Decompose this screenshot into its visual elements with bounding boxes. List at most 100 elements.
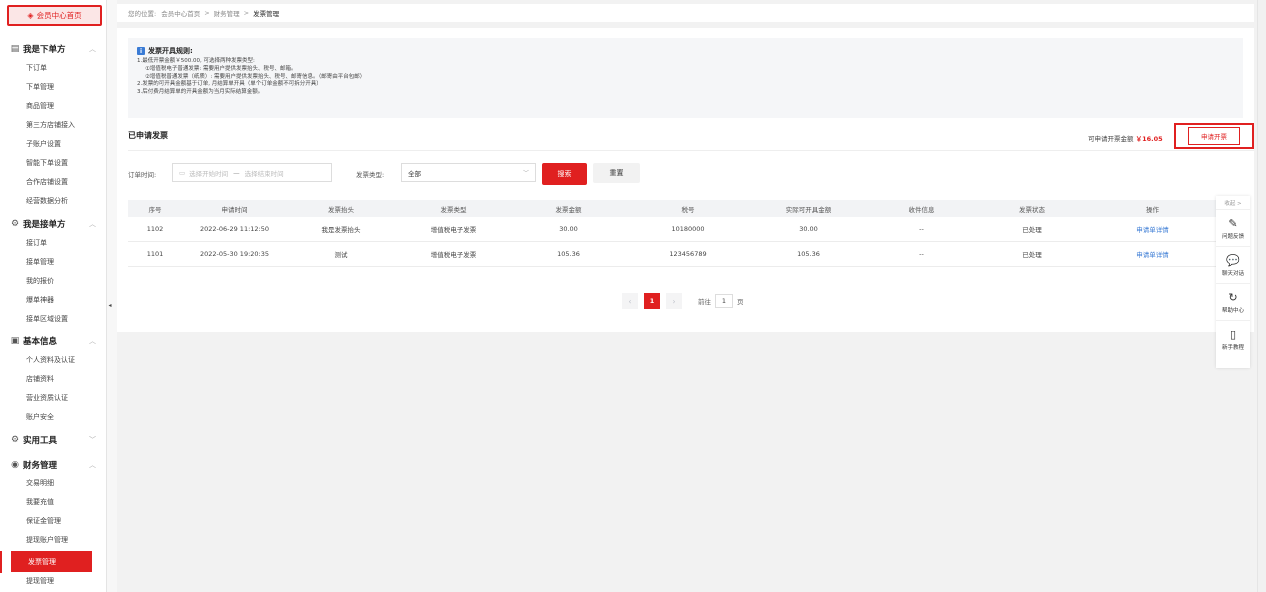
sidebar-item[interactable]: 爆单神器 (26, 293, 54, 307)
sidebar-item[interactable]: 商品管理 (26, 99, 54, 113)
request-detail-link[interactable]: 申请单详情 (1136, 226, 1169, 234)
goto-label: 前往 (698, 298, 711, 306)
section-title: 已申请发票 (128, 131, 168, 140)
table-cell: -- (919, 225, 924, 233)
table-cell: 30.00 (799, 225, 818, 233)
sidebar-group-finance[interactable]: ◉ 财务管理 ︿ (10, 457, 96, 473)
invoice-type-select[interactable]: 全部 ﹀ (401, 163, 536, 182)
breadcrumb-prefix: 您的位置: (128, 10, 157, 18)
sidebar-scrollbar[interactable] (106, 0, 117, 592)
sidebar-item[interactable]: 提现管理 (26, 574, 54, 588)
table-row: 1101 2022-05-30 19:20:35 测试 增值税电子发票 105.… (128, 242, 1218, 267)
tools-gear-icon: ⚙ (10, 435, 20, 445)
chevron-down-icon: ﹀ (522, 170, 529, 177)
sidebar-item[interactable]: 接单管理 (26, 255, 54, 269)
sidebar-item[interactable]: 交易明细 (26, 476, 54, 490)
page-scrollbar[interactable] (1257, 0, 1266, 592)
sidebar-item[interactable]: 接单区域设置 (26, 312, 68, 326)
apply-invoice-button[interactable]: 申请开票 (1188, 127, 1240, 145)
sidebar-item[interactable]: 我的报价 (26, 274, 54, 288)
sidebar-item[interactable]: 提现账户管理 (26, 533, 68, 547)
table-header-row: 序号 申请时间 发票抬头 发票类型 发票金额 税号 实际可开具金额 收件信息 发… (128, 200, 1218, 217)
sidebar-group-buyer[interactable]: ▤ 我是下单方 ︿ (10, 41, 96, 57)
sidebar-item[interactable]: 第三方店铺接入 (26, 118, 75, 132)
floating-help-panel: 收起 > ✎ 问题反馈 💬 聊天对话 ↻ 帮助中心 ▯ 新手教程 (1216, 196, 1250, 368)
sidebar-item[interactable]: 智能下单设置 (26, 156, 68, 170)
sidebar-group-seller[interactable]: ⚙ 我是接单方 ︿ (10, 216, 96, 232)
sidebar-item[interactable]: 接订单 (26, 236, 47, 250)
breadcrumb-current: 发票管理 (253, 10, 280, 18)
page-unit-label: 页 (737, 298, 744, 306)
end-time-input[interactable]: 选择结束时间 (245, 168, 284, 178)
app: ◈ 会员中心首页 ▤ 我是下单方 ︿ 下订单 下单管理 商品管理 第三方店铺接入… (0, 0, 1266, 592)
breadcrumb-finance-link[interactable]: 财务管理 (214, 8, 240, 18)
table-cell: 1101 (146, 250, 164, 258)
member-home-label: 会员中心首页 (36, 11, 82, 20)
invoice-rules-box: i 发票开具规则: 1.最低开票金额￥500.00, 可选择两种发票类型: ①增… (128, 38, 1243, 118)
chevron-up-icon: ︿ (89, 461, 96, 469)
reset-button[interactable]: 重置 (593, 163, 640, 183)
help-icon: ↻ (1228, 290, 1238, 304)
sidebar-group-title: 实用工具 (23, 436, 58, 446)
main-content: i 发票开具规则: 1.最低开票金额￥500.00, 可选择两种发票类型: ①增… (117, 28, 1254, 332)
section-divider (128, 150, 1254, 151)
rules-line: 3.后付费月结算单的开具金额为当月实际结算金额。 (137, 89, 264, 96)
table-cell: 增值税电子发票 (430, 251, 477, 259)
sidebar-item[interactable]: 合作店铺设置 (26, 175, 68, 189)
table-cell: 已处理 (1022, 226, 1042, 234)
collapse-sidebar-icon[interactable]: ◂ (106, 298, 114, 312)
sidebar-group-basic-info[interactable]: ▣ 基本信息 ︿ (10, 333, 96, 349)
breadcrumb: 您的位置: 会员中心首页 > 财务管理 > 发票管理 (117, 4, 1254, 22)
sidebar: ◈ 会员中心首页 ▤ 我是下单方 ︿ 下订单 下单管理 商品管理 第三方店铺接入… (0, 0, 106, 592)
prev-page-button[interactable]: ‹ (622, 293, 638, 309)
next-page-button[interactable]: › (666, 293, 682, 309)
sidebar-group-title: 我是下单方 (23, 45, 66, 55)
sidebar-item[interactable]: 保证金管理 (26, 514, 61, 528)
table-header-cell: 发票金额 (555, 205, 582, 214)
range-separator: — (233, 168, 240, 177)
collapse-panel-button[interactable]: 收起 > (1216, 196, 1250, 209)
breadcrumb-home-link[interactable]: 会员中心首页 (161, 8, 200, 18)
sidebar-item[interactable]: 下单管理 (26, 80, 54, 94)
sidebar-item[interactable]: 店铺资料 (26, 372, 54, 386)
request-detail-link[interactable]: 申请单详情 (1136, 251, 1169, 259)
info-icon: i (137, 47, 145, 55)
chevron-down-icon: ﹀ (89, 436, 96, 444)
table-header-cell: 收件信息 (908, 205, 935, 214)
table-cell: 增值税电子发票 (430, 226, 477, 234)
sidebar-item[interactable]: 个人资料及认证 (26, 353, 75, 367)
sidebar-item[interactable]: 账户安全 (26, 410, 54, 424)
search-button[interactable]: 搜索 (542, 163, 587, 185)
sidebar-item[interactable]: 下订单 (26, 61, 47, 75)
table-cell: 1102 (146, 225, 164, 233)
invoice-type-value: 全部 (408, 169, 421, 178)
member-home-button[interactable]: ◈ 会员中心首页 (7, 5, 102, 26)
chat-label: 聊天对话 (1221, 270, 1244, 277)
page-jump-input[interactable]: 1 (715, 294, 733, 308)
profile-card-icon: ▣ (10, 336, 20, 346)
rules-line: 1.最低开票金额￥500.00, 可选择两种发票类型: (137, 58, 255, 64)
sidebar-group-tools[interactable]: ⚙ 实用工具 ﹀ (10, 432, 96, 448)
help-center-button[interactable]: ↻ 帮助中心 (1216, 283, 1250, 320)
sidebar-item[interactable]: 子账户设置 (26, 137, 61, 151)
sidebar-item[interactable]: 经营数据分析 (26, 194, 68, 208)
table-cell: 105.36 (557, 250, 580, 258)
sidebar-item[interactable]: 我要充值 (26, 495, 54, 509)
feedback-button[interactable]: ✎ 问题反馈 (1216, 209, 1250, 246)
tutorial-button[interactable]: ▯ 新手教程 (1216, 320, 1250, 357)
chat-button[interactable]: 💬 聊天对话 (1216, 246, 1250, 283)
order-time-range-picker[interactable]: ▭ 选择开始时间 — 选择结束时间 (172, 163, 332, 182)
table-cell: 2022-05-30 19:20:35 (199, 250, 270, 258)
sidebar-item[interactable]: 营业资质认证 (26, 391, 68, 405)
chevron-up-icon: ︿ (89, 45, 96, 53)
table-header-cell: 发票抬头 (328, 205, 354, 214)
table-header-cell: 实际可开具金额 (785, 205, 832, 214)
sidebar-item-invoice-management[interactable]: 发票管理 (11, 551, 92, 572)
page-number-button[interactable]: 1 (644, 293, 660, 309)
start-time-input[interactable]: 选择开始时间 (189, 168, 228, 178)
table-cell: 30.00 (559, 225, 578, 233)
table-header-cell: 发票类型 (440, 205, 467, 214)
table-header-cell: 操作 (1146, 205, 1159, 214)
table-header-cell: 序号 (148, 205, 162, 214)
guide-icon: ▯ (1229, 327, 1237, 341)
